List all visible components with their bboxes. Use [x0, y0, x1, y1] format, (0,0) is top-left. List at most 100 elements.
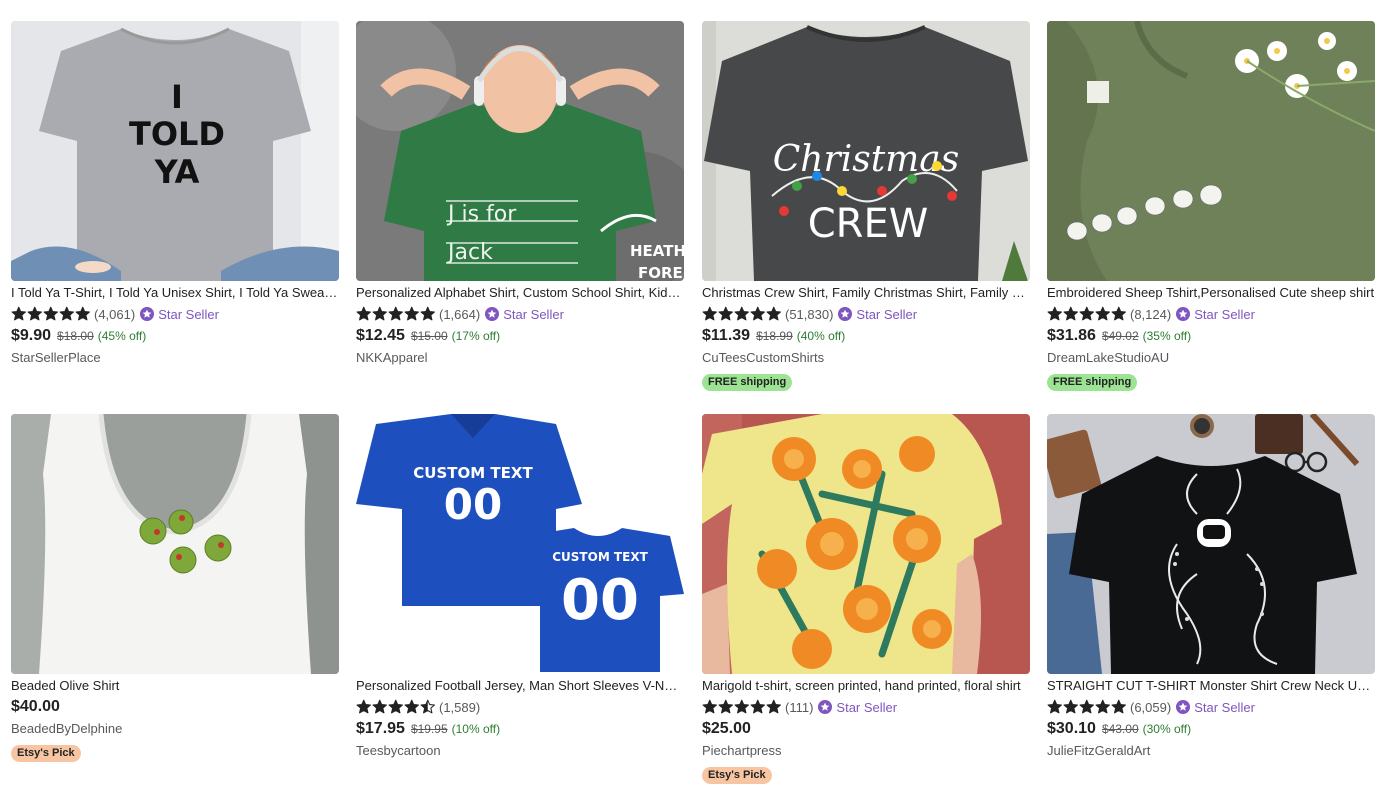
review-count: (1,664)	[439, 306, 481, 322]
listing-card[interactable]: STRAIGHT CUT T-SHIRT Monster Shirt Crew …	[1047, 414, 1375, 758]
listing-title[interactable]: Christmas Crew Shirt, Family Christmas S…	[702, 285, 1030, 301]
listing-title[interactable]: Marigold t-shirt, screen printed, hand p…	[702, 678, 1030, 694]
shirt-print-line: I	[171, 78, 183, 116]
listing-card[interactable]: CUSTOM TEXT 00 CUSTOM TEXT 00 Personaliz…	[356, 414, 684, 758]
star-seller-badge: Star Seller	[838, 307, 917, 322]
jersey-print-line: CUSTOM TEXT	[552, 550, 648, 564]
star-full-icon	[27, 306, 42, 321]
shop-name[interactable]: JulieFitzGeraldArt	[1047, 743, 1375, 758]
shirt-print-line: J is for	[446, 202, 517, 227]
etsys-pick-badge: Etsy's Pick	[702, 767, 772, 784]
shop-name[interactable]: NKKApparel	[356, 350, 684, 365]
shirt-print-line: Jack	[446, 240, 493, 265]
listing-image[interactable]	[11, 414, 339, 674]
listing-rating: (8,124) Star Seller	[1047, 305, 1375, 323]
star-full-icon	[388, 699, 403, 714]
star-rating	[702, 306, 782, 322]
star-full-icon	[718, 306, 733, 321]
star-seller-label: Star Seller	[836, 699, 898, 715]
listing-rating: (1,589)	[356, 698, 684, 716]
current-price: $31.86	[1047, 327, 1096, 344]
listing-title[interactable]: Personalized Football Jersey, Man Short …	[356, 678, 684, 694]
star-rating	[702, 699, 782, 715]
star-seller-icon	[140, 307, 158, 321]
jersey-print-line: 00	[444, 480, 502, 529]
star-full-icon	[420, 306, 435, 321]
price-row: $30.10 $43.00 (30% off)	[1047, 720, 1375, 738]
star-full-icon	[734, 306, 749, 321]
listing-rating: (6,059) Star Seller	[1047, 698, 1375, 716]
shop-name[interactable]: CuTeesCustomShirts	[702, 350, 1030, 365]
star-seller-label: Star Seller	[1194, 306, 1255, 322]
listing-card[interactable]: I TOLD YA I Told Ya T-Shirt, I Told Ya U…	[11, 21, 339, 365]
star-seller-icon	[1176, 700, 1194, 714]
price-row: $12.45 $15.00 (17% off)	[356, 327, 684, 345]
listing-title[interactable]: Embroidered Sheep Tshirt,Personalised Cu…	[1047, 285, 1375, 301]
price-row: $9.90 $18.00 (45% off)	[11, 327, 339, 345]
listing-card[interactable]: Beaded Olive Shirt $40.00 BeadedByDelphi…	[11, 414, 339, 762]
listing-image[interactable]	[1047, 21, 1375, 281]
review-count: (6,059)	[1130, 699, 1172, 715]
star-full-icon	[59, 306, 74, 321]
listing-title[interactable]: I Told Ya T-Shirt, I Told Ya Unisex Shir…	[11, 285, 339, 301]
star-full-icon	[1111, 306, 1126, 321]
star-full-icon	[750, 306, 765, 321]
listing-image[interactable]: CUSTOM TEXT 00 CUSTOM TEXT 00	[356, 414, 684, 674]
listing-title[interactable]: STRAIGHT CUT T-SHIRT Monster Shirt Crew …	[1047, 678, 1375, 694]
shop-name[interactable]: StarSellerPlace	[11, 350, 339, 365]
shirt-print-line: CREW	[808, 201, 929, 247]
listing-image[interactable]	[1047, 414, 1375, 674]
star-rating	[356, 699, 436, 715]
listing-image[interactable]: I TOLD YA	[11, 21, 339, 281]
current-price: $12.45	[356, 327, 405, 344]
listing-card[interactable]: Christmas CREW Christmas Crew Shirt, Fam…	[702, 21, 1030, 391]
current-price: $9.90	[11, 327, 52, 344]
listing-card[interactable]: Marigold t-shirt, screen printed, hand p…	[702, 414, 1030, 784]
listing-title[interactable]: Beaded Olive Shirt	[11, 678, 339, 694]
star-seller-badge: Star Seller	[1176, 307, 1255, 322]
price-row: $11.39 $18.99 (40% off)	[702, 327, 1030, 345]
star-seller-badge: Star Seller	[1176, 700, 1255, 715]
star-half-icon	[420, 699, 435, 714]
price-row: $25.00	[702, 720, 1030, 738]
star-full-icon	[702, 699, 717, 714]
star-full-icon	[356, 306, 371, 321]
listing-image[interactable]: Christmas CREW	[702, 21, 1030, 281]
etsys-pick-badge: Etsy's Pick	[11, 745, 81, 762]
star-full-icon	[1079, 306, 1094, 321]
star-full-icon	[734, 699, 749, 714]
original-price: $43.00	[1101, 722, 1139, 736]
discount-percent: (40% off)	[796, 329, 846, 343]
star-full-icon	[356, 699, 371, 714]
listing-title[interactable]: Personalized Alphabet Shirt, Custom Scho…	[356, 285, 684, 301]
current-price: $11.39	[702, 327, 751, 344]
star-rating	[356, 306, 436, 322]
current-price: $40.00	[11, 698, 60, 715]
star-seller-label: Star Seller	[503, 306, 564, 322]
star-full-icon	[1095, 699, 1110, 714]
listing-image[interactable]: J is for Jack HEATH FORE	[356, 21, 684, 281]
star-seller-label: Star Seller	[1194, 699, 1255, 715]
review-count: (111)	[785, 699, 814, 715]
listing-image[interactable]	[702, 414, 1030, 674]
star-seller-badge: Star Seller	[140, 307, 219, 322]
listing-card[interactable]: Embroidered Sheep Tshirt,Personalised Cu…	[1047, 21, 1375, 391]
review-count: (1,589)	[439, 699, 481, 715]
shop-name[interactable]: Piechartpress	[702, 743, 1030, 758]
star-full-icon	[750, 699, 765, 714]
star-rating	[1047, 699, 1127, 715]
price-row: $17.95 $19.95 (10% off)	[356, 720, 684, 738]
star-seller-icon	[838, 307, 856, 321]
shop-name[interactable]: Teesbycartoon	[356, 743, 684, 758]
star-full-icon	[372, 306, 387, 321]
listing-card[interactable]: J is for Jack HEATH FORE Personalized Al…	[356, 21, 684, 365]
discount-percent: (30% off)	[1142, 722, 1192, 736]
shirt-print-line: HEATH	[630, 242, 684, 260]
original-price: $15.00	[410, 329, 448, 343]
star-full-icon	[1095, 306, 1110, 321]
shirt-print-line: FORE	[638, 264, 683, 281]
star-seller-icon	[818, 700, 836, 714]
shop-name[interactable]: DreamLakeStudioAU	[1047, 350, 1375, 365]
star-full-icon	[388, 306, 403, 321]
shop-name[interactable]: BeadedByDelphine	[11, 721, 339, 736]
